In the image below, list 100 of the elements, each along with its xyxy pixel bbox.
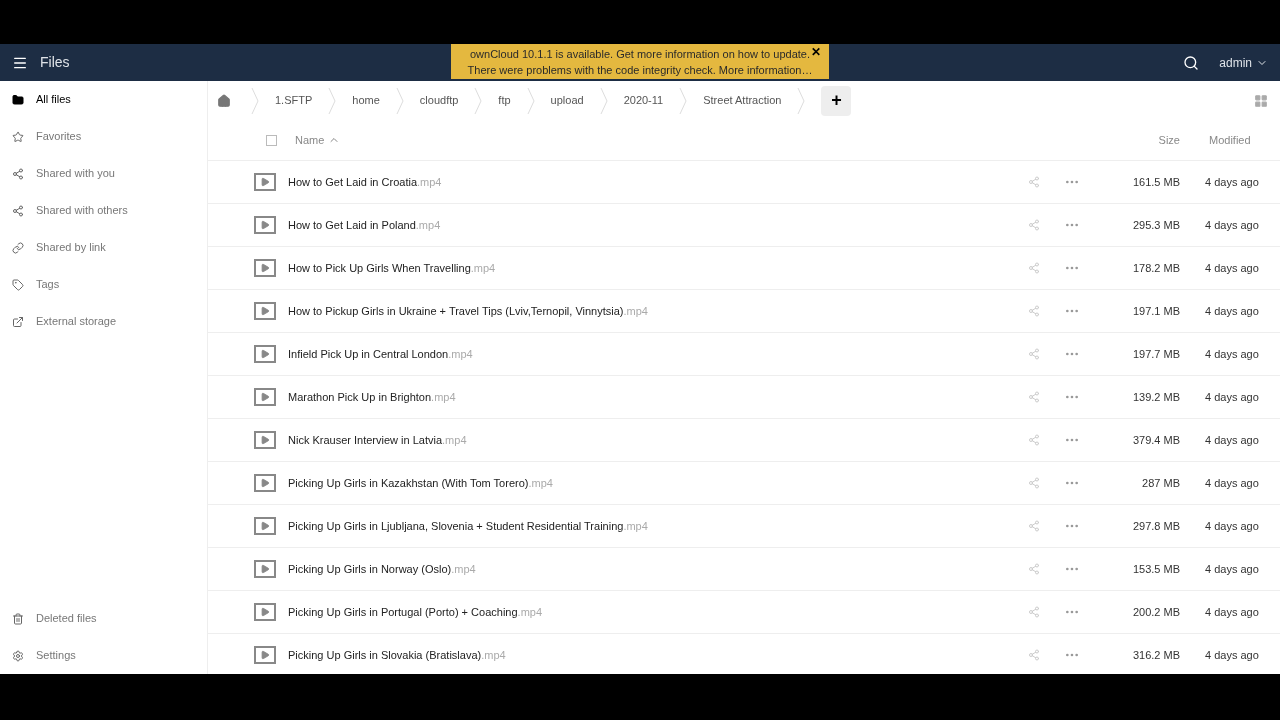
file-name[interactable]: How to Pickup Girls in Ukraine + Travel Tips (Lviv,Ternopil, Vinnytsia).mp4 xyxy=(288,302,648,320)
file-name[interactable]: Picking Up Girls in Portugal (Porto) + Coaching.mp4 xyxy=(288,603,543,621)
sidebar-item[interactable]: Settings xyxy=(0,637,207,674)
file-name[interactable]: Marathon Pick Up in Brighton.mp4 xyxy=(288,388,456,406)
file-name[interactable]: Infield Pick Up in Central London.mp4 xyxy=(288,345,473,363)
file-name[interactable]: Nick Krauser Interview in Latvia.mp4 xyxy=(288,431,467,449)
file-modified: 4 days ago xyxy=(1204,561,1260,577)
video-file-icon xyxy=(254,517,276,535)
breadcrumb-link[interactable]: upload xyxy=(542,92,592,109)
share-icon xyxy=(12,204,24,217)
file-size: 379.4 MB xyxy=(1131,432,1180,448)
file-name[interactable]: How to Get Laid in Croatia.mp4 xyxy=(288,173,442,191)
sidebar-item[interactable]: Shared with you xyxy=(0,155,207,192)
file-name[interactable]: How to Get Laid in Poland.mp4 xyxy=(288,216,441,234)
size-column-header[interactable]: Size xyxy=(1158,131,1180,149)
video-file-icon xyxy=(254,431,276,449)
file-modified: 4 days ago xyxy=(1204,260,1260,276)
breadcrumb-link[interactable]: Street Attraction xyxy=(695,92,790,109)
notification-text: There were problems with the code integrity check. More information… xyxy=(467,62,813,78)
chevron-icon xyxy=(599,86,608,115)
video-file-icon xyxy=(254,603,276,621)
share-icon[interactable] xyxy=(1028,305,1040,317)
video-file-icon xyxy=(254,560,276,578)
video-file-icon xyxy=(254,646,276,664)
share-icon[interactable] xyxy=(1028,176,1040,188)
file-size: 153.5 MB xyxy=(1131,561,1180,577)
video-file-icon xyxy=(254,173,276,191)
share-icon[interactable] xyxy=(1028,606,1040,618)
video-file-icon xyxy=(254,259,276,277)
file-name[interactable]: Picking Up Girls in Ljubljana, Slovenia + Student Residential Training.mp4 xyxy=(288,517,648,535)
home-icon[interactable] xyxy=(217,93,231,108)
chevron-icon xyxy=(474,86,483,115)
breadcrumb-link[interactable]: ftp xyxy=(490,92,519,109)
video-file-icon xyxy=(254,388,276,406)
star-icon xyxy=(12,130,24,143)
file-modified: 4 days ago xyxy=(1204,475,1260,491)
chevron-icon xyxy=(526,86,535,115)
sidebar-item[interactable]: Shared by link xyxy=(0,229,207,266)
file-size: 178.2 MB xyxy=(1131,260,1180,276)
video-file-icon xyxy=(254,216,276,234)
modified-column-header[interactable]: Modified xyxy=(1180,131,1280,149)
app-title: Files xyxy=(40,53,70,72)
chevron-icon xyxy=(328,86,337,115)
share-icon[interactable] xyxy=(1028,434,1040,446)
sidebar-item[interactable]: Deleted files xyxy=(0,600,207,637)
file-size: 200.2 MB xyxy=(1131,604,1180,620)
file-modified: 4 days ago xyxy=(1204,604,1260,620)
file-size: 316.2 MB xyxy=(1131,647,1180,663)
file-name[interactable]: Picking Up Girls in Slovakia (Bratislava).mp4 xyxy=(288,646,506,664)
trash-icon xyxy=(12,612,24,625)
breadcrumb-link[interactable]: cloudftp xyxy=(411,92,467,109)
share-icon[interactable] xyxy=(1028,348,1040,360)
file-name[interactable]: Picking Up Girls in Norway (Oslo).mp4 xyxy=(288,560,476,578)
share-icon[interactable] xyxy=(1028,520,1040,532)
chevron-icon xyxy=(251,86,259,115)
video-file-icon xyxy=(254,474,276,492)
share-icon xyxy=(12,167,24,180)
file-size: 139.2 MB xyxy=(1131,389,1180,405)
file-modified: 4 days ago xyxy=(1204,174,1260,190)
file-size: 197.1 MB xyxy=(1131,303,1180,319)
share-icon[interactable] xyxy=(1028,219,1040,231)
file-modified: 4 days ago xyxy=(1204,518,1260,534)
file-modified: 4 days ago xyxy=(1204,217,1260,233)
file-modified: 4 days ago xyxy=(1204,389,1260,405)
name-column-header[interactable]: Name xyxy=(295,131,325,149)
chevron-icon xyxy=(395,86,404,115)
file-size: 161.5 MB xyxy=(1131,174,1180,190)
share-icon[interactable] xyxy=(1028,262,1040,274)
file-modified: 4 days ago xyxy=(1204,303,1260,319)
breadcrumb-link[interactable]: home xyxy=(344,92,388,109)
file-name[interactable]: How to Pick Up Girls When Travelling.mp4 xyxy=(288,259,496,277)
sidebar-item[interactable]: Favorites xyxy=(0,118,207,155)
search-icon[interactable] xyxy=(1183,54,1200,71)
file-size: 297.8 MB xyxy=(1131,518,1180,534)
share-icon[interactable] xyxy=(1028,563,1040,575)
new-button[interactable]: + xyxy=(821,85,852,116)
grid-view-icon[interactable] xyxy=(1254,93,1268,108)
settings-icon xyxy=(12,649,24,662)
close-button[interactable]: ✕ xyxy=(811,44,821,60)
share-icon[interactable] xyxy=(1028,477,1040,489)
file-modified: 4 days ago xyxy=(1204,346,1260,362)
sidebar-item[interactable]: External storage xyxy=(0,303,207,340)
file-modified: 4 days ago xyxy=(1204,647,1260,663)
sidebar-item[interactable]: Shared with others xyxy=(0,192,207,229)
user-menu[interactable]: admin xyxy=(1219,53,1268,72)
file-name[interactable]: Picking Up Girls in Kazakhstan (With Tom Torero).mp4 xyxy=(288,474,553,492)
chevron-icon xyxy=(679,86,688,115)
tag-icon xyxy=(12,278,24,291)
link-icon xyxy=(12,241,24,254)
share-icon[interactable] xyxy=(1028,649,1040,661)
share-icon[interactable] xyxy=(1028,391,1040,403)
external-link-icon xyxy=(12,315,24,328)
file-size: 197.7 MB xyxy=(1131,346,1180,362)
select-all-checkbox[interactable] xyxy=(266,134,277,146)
breadcrumb-link[interactable]: 2020-11 xyxy=(615,92,672,109)
breadcrumb-link[interactable]: 1.SFTP xyxy=(267,92,321,109)
sidebar-item[interactable]: Tags xyxy=(0,266,207,303)
chevron-icon xyxy=(797,86,806,115)
sidebar-item[interactable]: All files xyxy=(0,81,207,118)
video-file-icon xyxy=(254,345,276,363)
